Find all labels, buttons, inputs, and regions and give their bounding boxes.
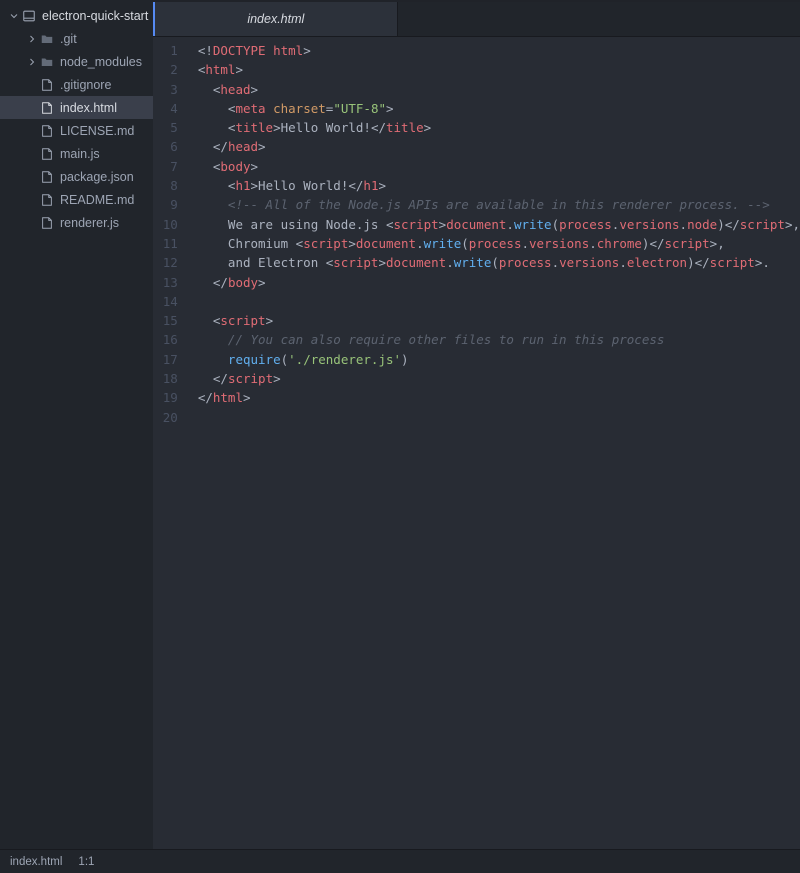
line-number: 14	[153, 292, 188, 311]
project-root[interactable]: electron-quick-start	[0, 4, 153, 27]
code-line[interactable]: <!-- All of the Node.js APIs are availab…	[198, 195, 800, 214]
tree-file[interactable]: index.html	[0, 96, 153, 119]
tree-folder[interactable]: node_modules	[0, 50, 153, 73]
file-name: renderer.js	[60, 216, 119, 230]
code-editor[interactable]: 1234567891011121314151617181920 <!DOCTYP…	[153, 37, 800, 849]
tree-file[interactable]: renderer.js	[0, 211, 153, 234]
code-lines[interactable]: <!DOCTYPE html><html> <head> <meta chars…	[188, 37, 800, 849]
folder-icon	[40, 32, 54, 46]
line-number: 5	[153, 118, 188, 137]
editor-area: index.html 12345678910111213141516171819…	[153, 0, 800, 849]
code-line[interactable]: </html>	[198, 388, 800, 407]
code-line[interactable]: and Electron <script>document.write(proc…	[198, 253, 800, 272]
code-line[interactable]: <script>	[198, 311, 800, 330]
line-number: 15	[153, 311, 188, 330]
code-line[interactable]: <h1>Hello World!</h1>	[198, 176, 800, 195]
code-line[interactable]: We are using Node.js <script>document.wr…	[198, 215, 800, 234]
file-icon	[40, 147, 54, 161]
sidebar: electron-quick-start .git node_modules .…	[0, 0, 153, 849]
code-line[interactable]: <head>	[198, 80, 800, 99]
code-line[interactable]: </body>	[198, 273, 800, 292]
line-number: 4	[153, 99, 188, 118]
code-line[interactable]: </head>	[198, 137, 800, 156]
folder-icon	[40, 55, 54, 69]
tree-file[interactable]: .gitignore	[0, 73, 153, 96]
folder-name: .git	[60, 32, 77, 46]
chevron-right-icon	[26, 56, 38, 68]
tab-active[interactable]: index.html	[153, 2, 398, 36]
line-number: 19	[153, 388, 188, 407]
code-line[interactable]: <!DOCTYPE html>	[198, 41, 800, 60]
line-number: 20	[153, 408, 188, 427]
repo-icon	[22, 9, 36, 23]
status-cursor-pos[interactable]: 1:1	[78, 856, 94, 868]
code-line[interactable]: </script>	[198, 369, 800, 388]
folder-name: node_modules	[60, 55, 142, 69]
line-number: 13	[153, 273, 188, 292]
code-line[interactable]: <html>	[198, 60, 800, 79]
tree-file[interactable]: package.json	[0, 165, 153, 188]
code-line[interactable]	[198, 292, 800, 311]
line-number: 3	[153, 80, 188, 99]
file-icon	[40, 216, 54, 230]
project-name: electron-quick-start	[42, 9, 148, 23]
code-line[interactable]: <title>Hello World!</title>	[198, 118, 800, 137]
file-name: index.html	[60, 101, 117, 115]
file-icon	[40, 101, 54, 115]
line-number: 11	[153, 234, 188, 253]
code-line[interactable]: <meta charset="UTF-8">	[198, 99, 800, 118]
file-name: main.js	[60, 147, 100, 161]
tab-title: index.html	[247, 12, 304, 26]
tab-bar: index.html	[153, 2, 800, 37]
code-line[interactable]	[198, 408, 800, 427]
file-icon	[40, 170, 54, 184]
tree-file[interactable]: LICENSE.md	[0, 119, 153, 142]
file-name: .gitignore	[60, 78, 111, 92]
line-number: 9	[153, 195, 188, 214]
file-icon	[40, 78, 54, 92]
code-line[interactable]: Chromium <script>document.write(process.…	[198, 234, 800, 253]
file-name: README.md	[60, 193, 134, 207]
line-number: 8	[153, 176, 188, 195]
code-line[interactable]: require('./renderer.js')	[198, 350, 800, 369]
status-filename[interactable]: index.html	[10, 856, 62, 868]
chevron-right-icon	[26, 33, 38, 45]
tree-folder[interactable]: .git	[0, 27, 153, 50]
line-number: 17	[153, 350, 188, 369]
line-number: 7	[153, 157, 188, 176]
gutter: 1234567891011121314151617181920	[153, 37, 188, 849]
file-name: LICENSE.md	[60, 124, 134, 138]
file-name: package.json	[60, 170, 134, 184]
tree-file[interactable]: main.js	[0, 142, 153, 165]
code-line[interactable]: // You can also require other files to r…	[198, 330, 800, 349]
code-line[interactable]: <body>	[198, 157, 800, 176]
line-number: 16	[153, 330, 188, 349]
line-number: 2	[153, 60, 188, 79]
line-number: 18	[153, 369, 188, 388]
file-icon	[40, 124, 54, 138]
tree-file[interactable]: README.md	[0, 188, 153, 211]
chevron-down-icon	[8, 10, 20, 22]
line-number: 12	[153, 253, 188, 272]
file-icon	[40, 193, 54, 207]
line-number: 1	[153, 41, 188, 60]
line-number: 10	[153, 215, 188, 234]
statusbar: index.html 1:1	[0, 849, 800, 873]
line-number: 6	[153, 137, 188, 156]
